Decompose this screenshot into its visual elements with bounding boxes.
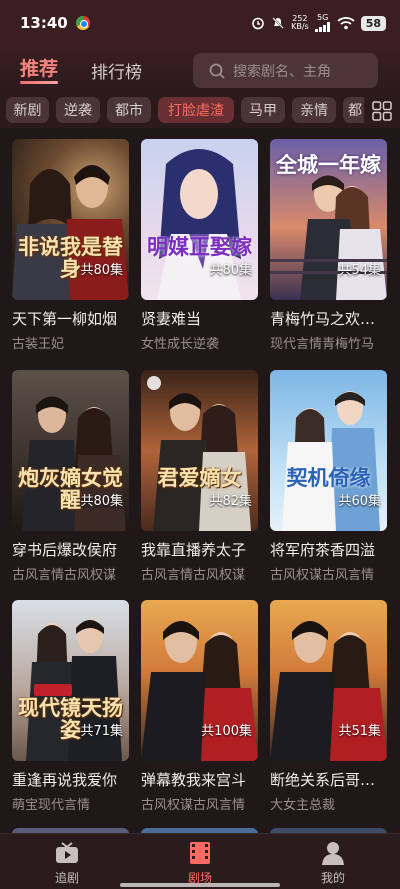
top-bar: 推荐 排行榜 搜索剧名、主角 [0, 46, 400, 94]
poster-image: 非说我是替身 共80集 [12, 139, 129, 300]
card-tags: 女性成长逆袭 [141, 337, 220, 352]
search-icon [209, 63, 225, 79]
card-title: 贤妻难当 [141, 310, 202, 328]
nav-mine[interactable]: 我的 [298, 840, 368, 886]
net-speed: 252 KB/s [291, 15, 309, 31]
card-title: 弹幕教我来宫斗 [141, 771, 247, 789]
card-tags: 古风权谋古风言情 [141, 798, 246, 813]
nav-mine-label: 我的 [320, 871, 345, 885]
card-title: 青梅竹马之欢… [270, 310, 376, 328]
signal-block: 5G [314, 13, 331, 32]
chip-category[interactable]: 新剧 [6, 97, 49, 123]
card-title: 我靠直播养太子 [141, 541, 247, 559]
episode-count: 共51集 [338, 724, 381, 739]
poster-image: 炮灰嫡女觉醒 共80集 [12, 370, 129, 531]
card-title: 穿书后爆改侯府 [12, 541, 118, 559]
tab-ranking[interactable]: 排行榜 [91, 58, 142, 83]
drama-card[interactable]: 现代镜天扬姿 共71集 重逢再说我爱你 萌宝现代言情 [12, 600, 129, 813]
drama-card[interactable]: 君爱嫡女 共82集 我靠直播养太子 古风言情古风权谋 [141, 370, 258, 583]
category-chips: 新剧 逆袭 都市 打脸虐渣 马甲 亲情 都 [0, 94, 400, 128]
search-box[interactable]: 搜索剧名、主角 [193, 53, 378, 88]
wifi-icon [337, 17, 355, 30]
episode-count: 共60集 [338, 494, 381, 509]
card-title: 将军府茶香四溢 [270, 541, 376, 559]
profile-icon [322, 842, 344, 865]
chip-category[interactable]: 逆袭 [56, 97, 100, 123]
status-bar: 13:40 252 KB/s 5G 58 [0, 0, 400, 46]
mute-icon [272, 17, 284, 29]
drama-grid: 非说我是替身 共80集 天下第一柳如烟 古装王妃 明媒正娶嫁 共80集 贤妻难当… [0, 128, 400, 833]
drama-card[interactable]: 全城一年嫁 共54集 青梅竹马之欢… 现代言情青梅竹马 [270, 139, 387, 352]
drama-card[interactable]: 明媒正娶嫁 共80集 贤妻难当 女性成长逆袭 [141, 139, 258, 352]
nav-follow[interactable]: 追剧 [32, 840, 102, 886]
drama-card[interactable]: 契机倚缘 共60集 将军府茶香四溢 古风权谋古风言情 [270, 370, 387, 583]
chip-category-active[interactable]: 打脸虐渣 [158, 97, 234, 123]
poster-image: 现代镜天扬姿 共71集 [12, 600, 129, 761]
card-title: 断绝关系后哥… [270, 771, 376, 789]
nav-theater[interactable]: 剧场 [165, 840, 235, 886]
episode-count: 共54集 [338, 263, 381, 278]
tab-recommend[interactable]: 推荐 [20, 54, 58, 81]
poster-image: 全城一年嫁 共54集 [270, 139, 387, 300]
battery-indicator: 58 [360, 15, 386, 31]
all-categories-button[interactable] [364, 94, 400, 128]
signal-icon [314, 22, 330, 32]
episode-count: 共80集 [209, 263, 252, 278]
home-indicator[interactable] [120, 883, 280, 887]
drama-card[interactable]: 非说我是替身 共80集 天下第一柳如烟 古装王妃 [12, 139, 129, 352]
episode-count: 共100集 [201, 724, 252, 739]
episode-count: 共82集 [209, 494, 252, 509]
drama-card[interactable]: 炮灰嫡女觉醒 共80集 穿书后爆改侯府 古风言情古风权谋 [12, 370, 129, 583]
card-title: 天下第一柳如烟 [12, 310, 118, 328]
poster-image: 共100集 [141, 600, 258, 761]
chip-category[interactable]: 亲情 [292, 97, 336, 123]
network-type: 5G [317, 13, 329, 22]
poster-image: 君爱嫡女 共82集 [141, 370, 258, 531]
chip-category[interactable]: 都市 [107, 97, 151, 123]
card-tags: 萌宝现代言情 [12, 798, 91, 813]
card-tags: 现代言情青梅竹马 [270, 337, 375, 352]
nav-follow-label: 追剧 [54, 871, 79, 885]
card-tags: 古风言情古风权谋 [12, 568, 117, 583]
poster-image: 契机倚缘 共60集 [270, 370, 387, 531]
card-title: 重逢再说我爱你 [12, 771, 118, 789]
episode-count: 共71集 [80, 724, 123, 739]
film-icon [190, 842, 210, 864]
active-tab-indicator [20, 81, 58, 84]
episode-count: 共80集 [80, 494, 123, 509]
net-speed-unit: KB/s [291, 22, 309, 31]
alarm-icon [252, 17, 264, 30]
chip-category[interactable]: 马甲 [241, 97, 285, 123]
tv-icon [56, 842, 78, 863]
card-tags: 古风言情古风权谋 [141, 568, 246, 583]
poster-image: 明媒正娶嫁 共80集 [141, 139, 258, 300]
search-placeholder: 搜索剧名、主角 [233, 63, 331, 80]
status-right: 252 KB/s 5G 58 [251, 14, 386, 32]
episode-count: 共80集 [80, 263, 123, 278]
grid-icon [372, 101, 392, 121]
card-tags: 大女主总裁 [270, 798, 336, 813]
chrome-icon [75, 16, 90, 30]
poster-image: 共51集 [270, 600, 387, 761]
card-tags: 古装王妃 [12, 337, 65, 352]
card-tags: 古风权谋古风言情 [270, 568, 375, 583]
bottom-nav: 追剧 剧场 我的 [0, 833, 400, 889]
status-time: 13:40 [20, 14, 68, 32]
poster-title: 全城一年嫁 [276, 154, 381, 177]
drama-card[interactable]: 共51集 断绝关系后哥… 大女主总裁 [270, 600, 387, 813]
drama-card[interactable]: 共100集 弹幕教我来宫斗 古风权谋古风言情 [141, 600, 258, 813]
